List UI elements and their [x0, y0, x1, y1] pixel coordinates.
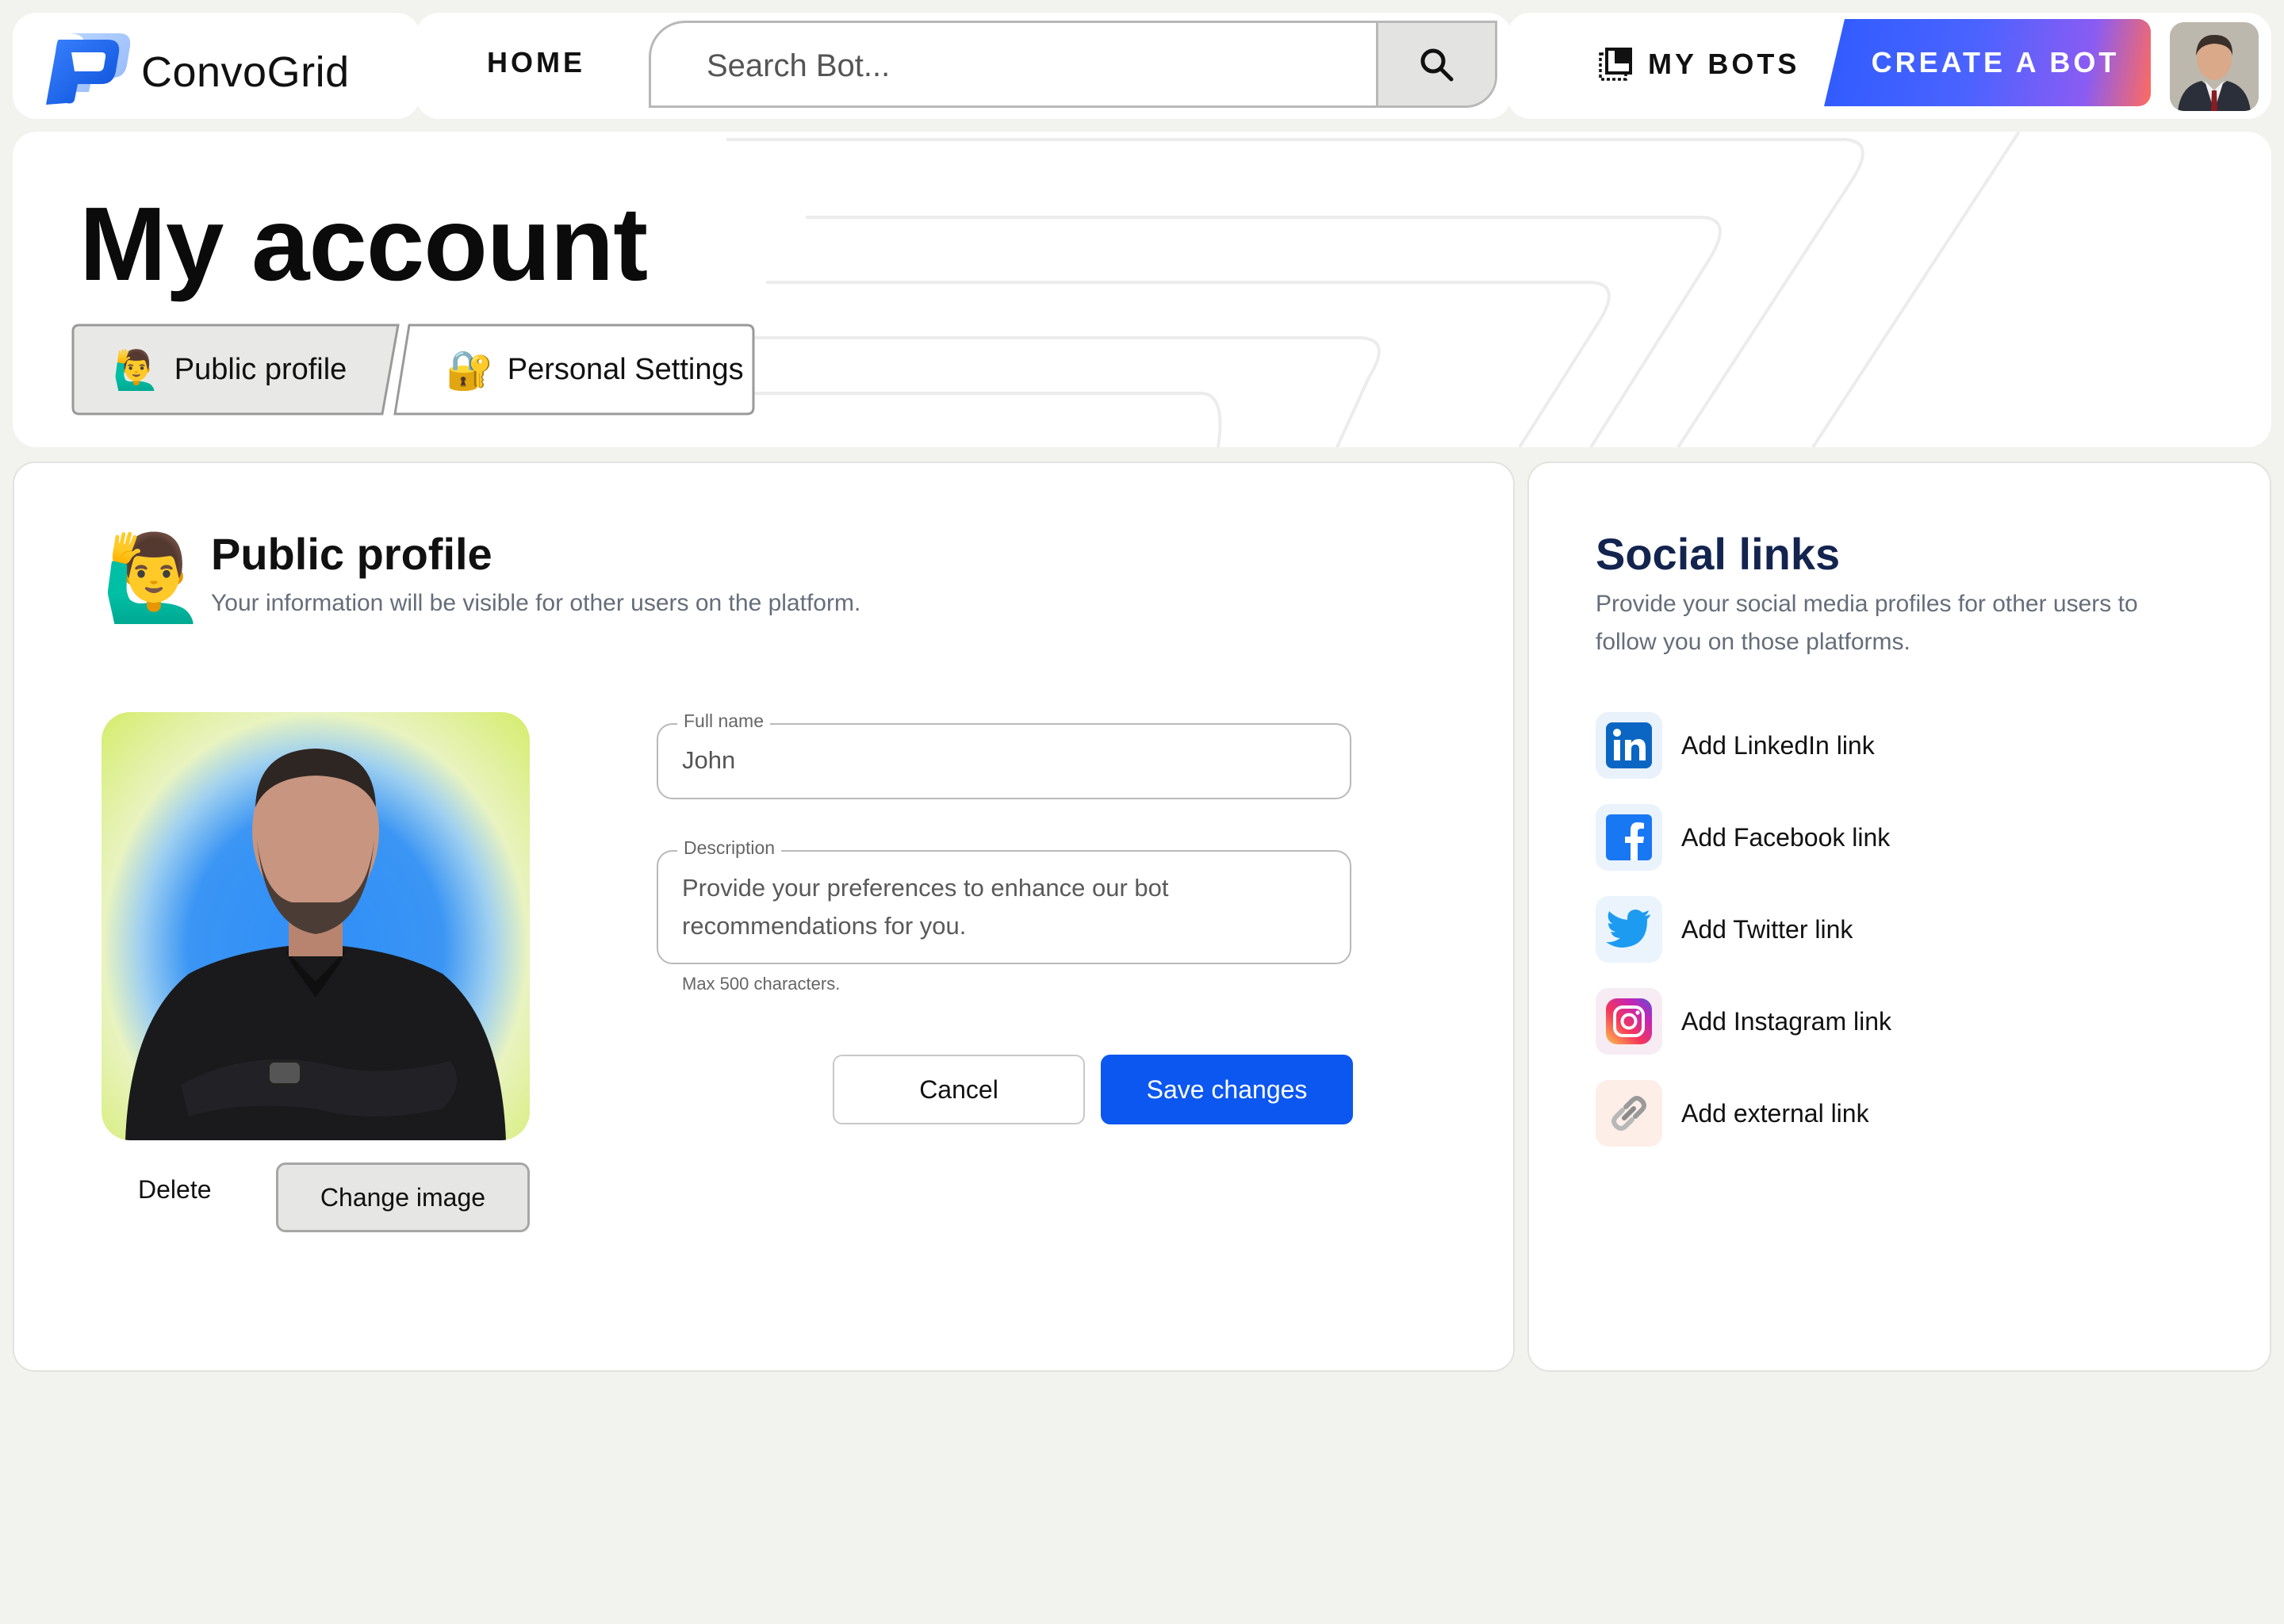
save-changes-button[interactable]: Save changes — [1101, 1055, 1353, 1124]
cancel-button[interactable]: Cancel — [833, 1055, 1085, 1124]
bots-stack-icon — [1599, 48, 1632, 81]
brand[interactable]: ConvoGrid — [13, 13, 420, 119]
social-title: Social links — [1596, 529, 1841, 579]
page-title: My account — [79, 186, 648, 302]
top-bar: ConvoGrid HOME MY BOTS CREATE A BOT — [0, 0, 2284, 127]
description-helper-text: Max 500 characters. — [682, 974, 841, 994]
section-subtitle: Your information will be visible for oth… — [211, 590, 861, 616]
convogrid-logo-icon — [46, 33, 131, 105]
social-item-label: Add Twitter link — [1681, 914, 1853, 944]
create-bot-button[interactable]: CREATE A BOT — [1824, 19, 2151, 106]
social-item-facebook[interactable]: Add Facebook link — [1596, 804, 1890, 871]
social-item-label: Add LinkedIn link — [1681, 730, 1875, 760]
raising-hand-icon: 🙋‍♂️ — [102, 531, 206, 625]
tab-personal-settings[interactable]: 🔐 Personal Settings — [392, 324, 757, 416]
section-title: Public profile — [211, 529, 492, 579]
description-input[interactable] — [682, 869, 1324, 956]
social-subtitle: Provide your social media profiles for o… — [1596, 591, 2138, 655]
search-input[interactable] — [707, 42, 1341, 90]
home-link[interactable]: HOME — [487, 46, 585, 79]
create-bot-label: CREATE A BOT — [1871, 46, 2120, 79]
description-label: Description — [677, 837, 782, 859]
link-icon — [1596, 1080, 1662, 1147]
my-bots-label: MY BOTS — [1648, 48, 1800, 80]
tab-personal-settings-label: Personal Settings — [507, 352, 744, 386]
linkedin-icon — [1596, 712, 1662, 779]
search-button[interactable] — [1376, 23, 1495, 105]
social-item-twitter[interactable]: Add Twitter link — [1596, 896, 1853, 963]
social-item-external[interactable]: Add external link — [1596, 1080, 1869, 1147]
public-profile-card: 🙋‍♂️ Public profile Your information wil… — [13, 462, 1515, 1372]
full-name-input[interactable] — [682, 725, 1324, 796]
social-item-label: Add Facebook link — [1681, 822, 1891, 852]
social-item-instagram[interactable]: Add Instagram link — [1596, 988, 1891, 1055]
change-image-button[interactable]: Change image — [276, 1162, 530, 1232]
social-item-label: Add external link — [1681, 1098, 1869, 1128]
facebook-icon — [1596, 804, 1662, 871]
avatar-portrait — [2170, 22, 2259, 111]
raising-hand-emoji-icon: 🙋‍♂️ — [113, 349, 160, 392]
social-item-label: Add Instagram link — [1681, 1006, 1892, 1036]
twitter-icon — [1596, 896, 1662, 963]
user-avatar[interactable] — [2170, 22, 2259, 111]
full-name-field: Full name — [657, 710, 1351, 799]
description-field: Description — [657, 837, 1351, 964]
delete-image-button[interactable]: Delete — [138, 1175, 212, 1205]
social-item-linkedin[interactable]: Add LinkedIn link — [1596, 712, 1875, 779]
profile-photo-image — [125, 749, 506, 1140]
social-links-card: Social links Provide your social media p… — [1527, 462, 2271, 1372]
lock-key-emoji-icon: 🔐 — [446, 349, 493, 392]
profile-photo — [102, 712, 530, 1140]
brand-name: ConvoGrid — [141, 48, 350, 96]
search-bar — [649, 21, 1497, 108]
my-bots-button[interactable]: MY BOTS — [1597, 46, 1799, 82]
tab-public-profile[interactable]: 🙋‍♂️ Public profile — [71, 324, 397, 416]
instagram-icon — [1596, 988, 1662, 1055]
search-icon — [1420, 48, 1453, 82]
tab-public-profile-label: Public profile — [174, 352, 347, 386]
